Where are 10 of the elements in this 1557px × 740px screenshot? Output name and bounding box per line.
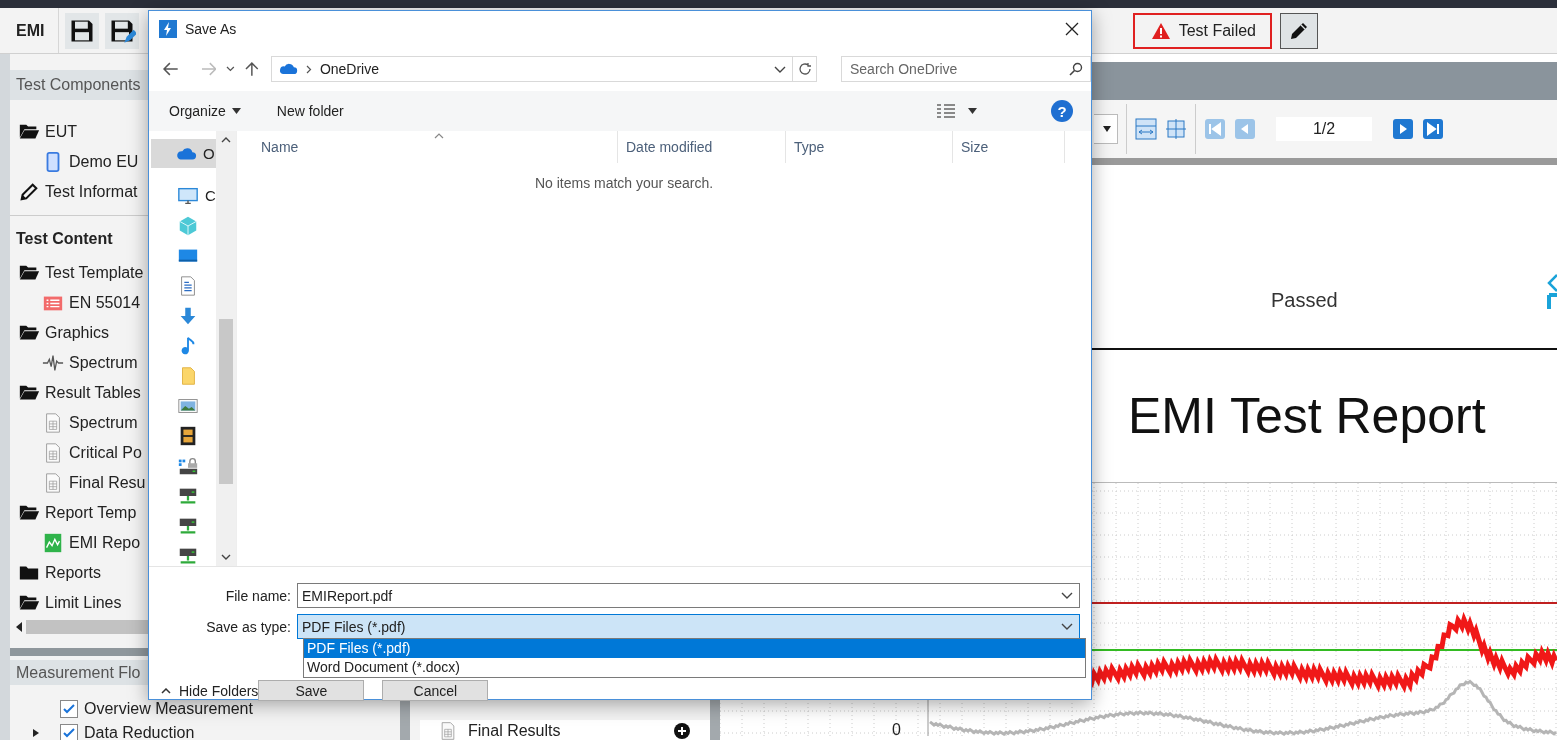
step-label: Data Reduction xyxy=(84,724,195,740)
dialog-title: Save As xyxy=(185,21,237,37)
field-label: Save as type: xyxy=(205,618,292,635)
step-label: Overview Measurement xyxy=(84,700,253,718)
section-header: Test Content xyxy=(16,230,113,248)
empty-message: No items match your search. xyxy=(534,175,714,191)
axis-label: 0 xyxy=(892,722,901,738)
test-verdict: Passed xyxy=(1271,289,1338,312)
app-title: EMI xyxy=(0,8,60,53)
field-label: File name: xyxy=(224,587,292,604)
